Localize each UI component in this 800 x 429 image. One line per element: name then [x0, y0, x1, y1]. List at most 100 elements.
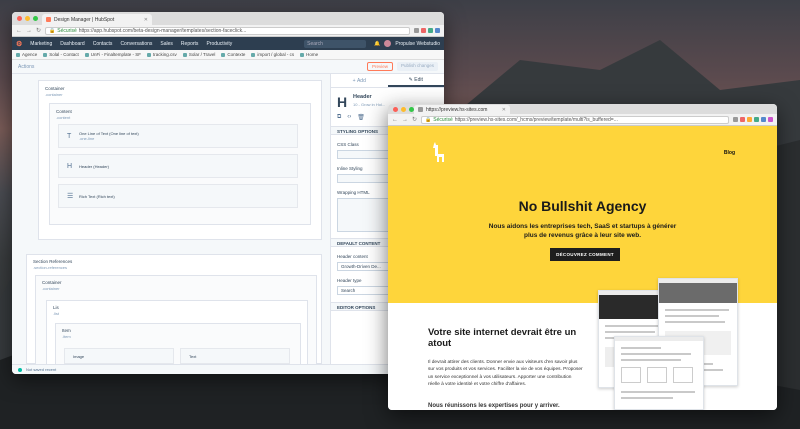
- extension-icon[interactable]: [761, 117, 766, 122]
- bookmark-icon: [182, 52, 187, 57]
- module-class: .one-line: [79, 136, 95, 141]
- forward-icon[interactable]: →: [26, 28, 32, 34]
- back-icon[interactable]: ←: [16, 28, 22, 34]
- module-label: Header (Header): [79, 163, 110, 169]
- close-window-button[interactable]: [393, 107, 398, 112]
- notifications-icon[interactable]: 🔔: [374, 41, 380, 47]
- tab-title: Design Manager | HubSpot: [54, 16, 115, 23]
- css-class-label: CSS Class: [337, 142, 359, 147]
- bookmark-item[interactable]: import / global - cs: [251, 52, 294, 57]
- section-body-emphasis: Nous réunissons les expertises pour y ar…: [428, 403, 560, 409]
- nav-item-conversations[interactable]: Conversations: [120, 41, 152, 47]
- extension-icon[interactable]: [435, 28, 440, 33]
- hubspot-nav: ⚙ Marketing Dashboard Contacts Conversat…: [12, 37, 444, 50]
- reload-icon[interactable]: ↻: [412, 116, 417, 123]
- module-subtitle: 10 - Grow in Hol...: [353, 102, 386, 107]
- section-references-block[interactable]: Section References .section-references C…: [26, 254, 322, 367]
- nav-item-marketing[interactable]: Marketing: [30, 41, 52, 47]
- block-class: .list: [53, 311, 59, 316]
- bookmark-label: Contexte: [227, 52, 246, 57]
- back-icon[interactable]: ←: [392, 117, 398, 123]
- url-text: https://app.hubspot.com/beta-design-mana…: [78, 27, 247, 34]
- inline-styling-label: Inline Styling: [337, 166, 363, 171]
- nav-item-productivity[interactable]: Productivity: [206, 41, 232, 47]
- extension-icon[interactable]: [421, 28, 426, 33]
- bookmark-item[interactable]: Solal - Contact: [43, 52, 79, 57]
- nav-item-sales[interactable]: Sales: [160, 41, 173, 47]
- delete-icon[interactable]: 🗑: [357, 114, 365, 121]
- bookmark-item[interactable]: Agence: [16, 52, 37, 57]
- browser-tab[interactable]: Design Manager | HubSpot ✕: [42, 14, 152, 25]
- close-window-button[interactable]: [17, 16, 22, 21]
- bookmark-label: Solal - Contact: [49, 52, 79, 57]
- reload-icon[interactable]: ↻: [36, 27, 41, 34]
- bookmark-label: UnFi - Finaltemplate - SF: [90, 52, 142, 57]
- tab-edit[interactable]: ✎ Edit: [387, 74, 444, 87]
- browser-tab[interactable]: https://preview.hs-sites.com ✕: [414, 105, 510, 114]
- avatar[interactable]: [384, 40, 392, 47]
- extension-icon[interactable]: [768, 117, 773, 122]
- tab-add[interactable]: + Add: [331, 74, 388, 87]
- hero-section: Blog No Bullshit Agency Nous aidons les …: [388, 126, 777, 303]
- container-block[interactable]: Container .container Lis .list Item .ite…: [35, 275, 317, 367]
- block-label: Container: [45, 86, 65, 91]
- tab-label: Add: [356, 77, 366, 84]
- extension-icon[interactable]: [740, 117, 745, 122]
- nav-item-reports[interactable]: Reports: [181, 41, 199, 47]
- tab-title: https://preview.hs-sites.com: [426, 106, 488, 113]
- nav-item-contacts[interactable]: Contacts: [93, 41, 113, 47]
- hub-search-input[interactable]: Search: [304, 39, 367, 48]
- bookmark-item[interactable]: Solar / Travel: [182, 52, 215, 57]
- content-block[interactable]: Content .content T One Line of Text (One…: [49, 103, 311, 225]
- publish-button[interactable]: Publish changes: [396, 62, 438, 71]
- url-text: https://preview.hs-sites.com/_hcms/previ…: [454, 116, 618, 123]
- bookmark-icon: [16, 52, 20, 57]
- block-label: Content: [56, 109, 72, 114]
- module-label: Text: [189, 353, 197, 359]
- llama-logo-icon[interactable]: [430, 142, 446, 162]
- cta-button[interactable]: DÉCOUVREZ COMMENT: [550, 248, 620, 261]
- url-field[interactable]: 🔒 Sécurisé https://app.hubspot.com/beta-…: [45, 26, 410, 35]
- bookmark-item[interactable]: Home: [300, 52, 318, 57]
- container-block[interactable]: Container .container Content .content T …: [38, 80, 322, 240]
- bookmark-item[interactable]: Contexte: [221, 52, 245, 57]
- extension-icon[interactable]: [428, 28, 433, 33]
- module-row-image[interactable]: Image: [64, 348, 174, 364]
- zoom-window-button[interactable]: [33, 16, 38, 21]
- module-row-text[interactable]: Text: [180, 348, 290, 364]
- actions-button[interactable]: Actions: [18, 64, 34, 70]
- extension-icon[interactable]: [733, 117, 738, 122]
- block-class: .container: [45, 92, 63, 97]
- item-block[interactable]: Item .item Image Text: [55, 323, 301, 367]
- list-block[interactable]: Lis .list Item .item Image Text: [46, 300, 308, 367]
- nav-item-dashboard[interactable]: Dashboard: [60, 41, 84, 47]
- nav-blog-link[interactable]: Blog: [724, 150, 735, 156]
- extension-icon[interactable]: [754, 117, 759, 122]
- hubspot-logo-icon[interactable]: ⚙: [16, 40, 22, 48]
- account-name[interactable]: Propulse Webstudio: [395, 41, 440, 47]
- tab-bar: https://preview.hs-sites.com ✕: [388, 104, 777, 114]
- module-row-rich-text[interactable]: ☰ Rich Text (Rich text): [58, 184, 298, 208]
- block-label: Container: [42, 280, 62, 285]
- code-icon[interactable]: ‹›: [347, 114, 351, 121]
- block-label: Item: [62, 328, 71, 333]
- extensions: [733, 117, 773, 122]
- bookmark-item[interactable]: UnFi - Finaltemplate - SF: [84, 52, 142, 57]
- bookmark-icon: [43, 52, 48, 57]
- minimize-window-button[interactable]: [401, 107, 406, 112]
- bookmark-item[interactable]: tracking.csv: [147, 52, 177, 57]
- minimize-window-button[interactable]: [25, 16, 30, 21]
- module-row-header[interactable]: H Header (Header): [58, 154, 298, 178]
- preview-button[interactable]: Preview: [366, 62, 393, 71]
- close-tab-icon[interactable]: ✕: [502, 107, 506, 113]
- url-field[interactable]: 🔒 Sécurisé https://preview.hs-sites.com/…: [421, 115, 729, 124]
- module-label: Image: [73, 353, 85, 359]
- forward-icon[interactable]: →: [402, 117, 408, 123]
- close-tab-icon[interactable]: ✕: [144, 17, 148, 23]
- module-row-one-line-text[interactable]: T One Line of Text (One line of text) .on…: [58, 124, 298, 148]
- extension-icon[interactable]: [747, 117, 752, 122]
- zoom-window-button[interactable]: [409, 107, 414, 112]
- header-content-label: Header content: [337, 254, 368, 259]
- extension-icon[interactable]: [414, 28, 419, 33]
- clone-icon[interactable]: ⧉: [337, 114, 341, 121]
